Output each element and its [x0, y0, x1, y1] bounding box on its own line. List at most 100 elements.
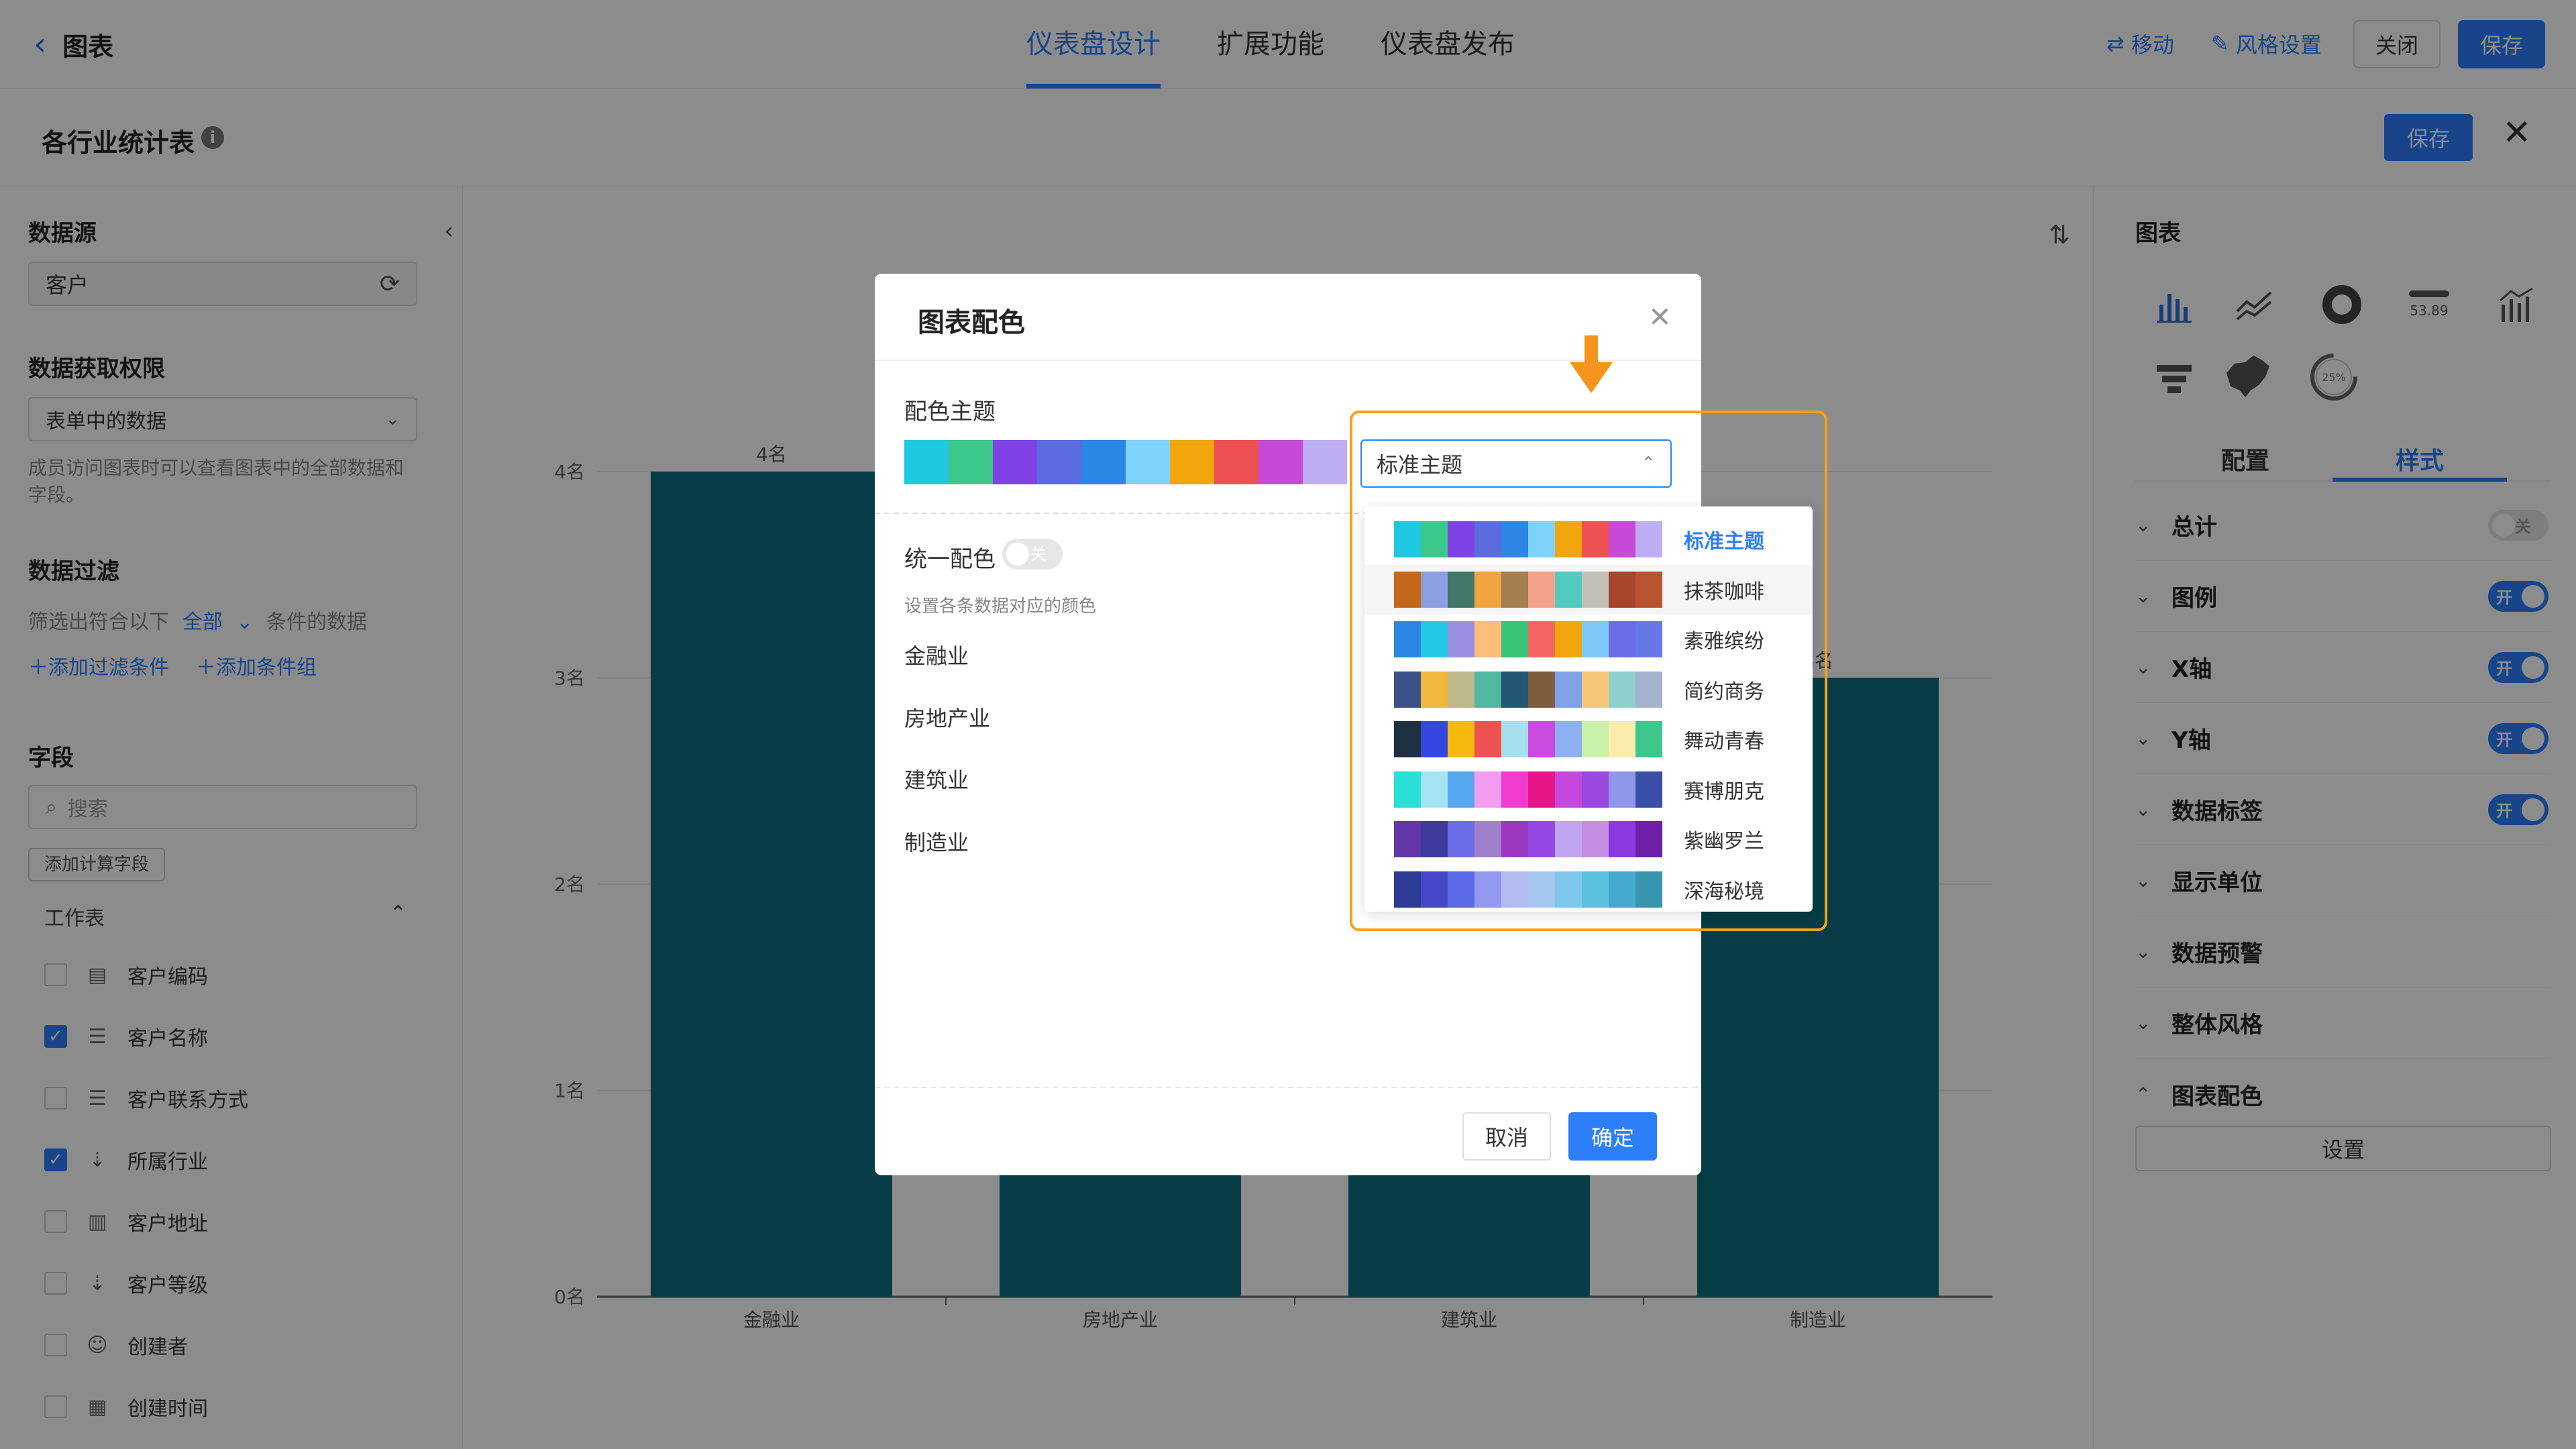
palette-swatch: [1170, 440, 1214, 484]
palette-swatch: [1635, 721, 1662, 757]
theme-dropdown: 标准主题抹茶咖啡素雅缤纷简约商务舞动青春赛博朋克紫幽罗兰深海秘境: [1364, 506, 1813, 912]
palette-swatch: [949, 440, 993, 484]
palette-swatch: [1421, 721, 1448, 757]
palette-swatch: [1501, 721, 1528, 757]
theme-option[interactable]: 素雅缤纷: [1364, 614, 1813, 664]
palette-swatch: [1421, 821, 1448, 857]
palette-swatch: [1582, 721, 1609, 757]
palette-swatch: [1421, 671, 1448, 708]
theme-option[interactable]: 深海秘境: [1364, 865, 1813, 914]
palette-swatch: [1394, 771, 1421, 808]
theme-name: 标准主题: [1684, 530, 1764, 553]
palette-swatch: [1448, 571, 1474, 608]
modal-footer-divider: [875, 1087, 1701, 1088]
theme-option[interactable]: 抹茶咖啡: [1364, 564, 1813, 614]
palette-swatch: [1501, 871, 1528, 908]
palette-swatch: [1501, 521, 1528, 557]
palette-swatch: [1394, 671, 1421, 708]
palette-swatch: [1555, 721, 1582, 757]
palette-swatch: [1635, 621, 1662, 657]
palette-swatch: [1394, 621, 1421, 657]
palette-swatch: [1582, 521, 1609, 557]
series-item: 建筑业: [904, 767, 969, 793]
palette-swatch: [1609, 721, 1635, 757]
palette-swatch: [1528, 671, 1555, 708]
palette-swatch: [1555, 671, 1582, 708]
theme-name: 抹茶咖啡: [1684, 580, 1764, 604]
theme-option[interactable]: 紫幽罗兰: [1364, 814, 1813, 864]
theme-option[interactable]: 舞动青春: [1364, 714, 1813, 764]
palette-swatch: [1635, 521, 1662, 557]
palette-swatch: [993, 440, 1037, 484]
palette-swatch: [1528, 621, 1555, 657]
unify-color-toggle[interactable]: 关: [1002, 539, 1063, 570]
series-hint: 设置各条数据对应的颜色: [904, 596, 1097, 616]
theme-palette: [1394, 871, 1662, 908]
palette-swatch: [1609, 521, 1635, 557]
palette-swatch: [1609, 571, 1635, 608]
palette-swatch: [1635, 771, 1662, 808]
palette-swatch: [1474, 621, 1501, 657]
theme-name: 素雅缤纷: [1684, 630, 1764, 653]
palette-swatch: [1258, 440, 1303, 484]
series-item: 房地产业: [904, 706, 991, 731]
palette-swatch: [1394, 521, 1421, 557]
palette-swatch: [1635, 571, 1662, 608]
palette-swatch: [1609, 821, 1635, 857]
palette-swatch: [1528, 821, 1555, 857]
theme-option[interactable]: 赛博朋克: [1364, 765, 1813, 814]
theme-option[interactable]: 简约商务: [1364, 665, 1813, 714]
palette-swatch: [1528, 721, 1555, 757]
theme-palette: [1394, 771, 1662, 808]
theme-palette: [1394, 721, 1662, 757]
palette-swatch: [1635, 821, 1662, 857]
palette-swatch: [1609, 671, 1635, 708]
theme-palette: [1394, 571, 1662, 608]
theme-palette: [1394, 521, 1662, 557]
palette-swatch: [1448, 671, 1474, 708]
palette-swatch: [1448, 521, 1474, 557]
arrow-down-icon: [1570, 335, 1613, 393]
palette-swatch: [904, 440, 949, 484]
palette-swatch: [1126, 440, 1170, 484]
cancel-button[interactable]: 取消: [1462, 1112, 1551, 1161]
palette-swatch: [1474, 521, 1501, 557]
palette-swatch: [1421, 571, 1448, 608]
series-item: 制造业: [904, 830, 969, 855]
palette-swatch: [1474, 871, 1501, 908]
palette-swatch: [1501, 671, 1528, 708]
theme-select[interactable]: 标准主题 ⌃: [1360, 439, 1672, 488]
palette-swatch: [1474, 821, 1501, 857]
palette-swatch: [1501, 771, 1528, 808]
palette-swatch: [1609, 871, 1635, 908]
theme-select-value: 标准主题: [1377, 452, 1463, 478]
palette-swatch: [1448, 871, 1474, 908]
theme-name: 简约商务: [1684, 680, 1764, 704]
palette-swatch: [1448, 771, 1474, 808]
palette-swatch: [1555, 621, 1582, 657]
palette-swatch: [1037, 440, 1081, 484]
palette-swatch: [1528, 521, 1555, 557]
palette-swatch: [1609, 771, 1635, 808]
palette-swatch: [1394, 721, 1421, 757]
palette-swatch: [1081, 440, 1126, 484]
palette-swatch: [1394, 821, 1421, 857]
confirm-button[interactable]: 确定: [1568, 1112, 1657, 1161]
palette-swatch: [1528, 771, 1555, 808]
palette-swatch: [1448, 621, 1474, 657]
theme-name: 赛博朋克: [1684, 780, 1764, 804]
palette-swatch: [1421, 871, 1448, 908]
theme-option[interactable]: 标准主题: [1364, 515, 1813, 564]
theme-name: 深海秘境: [1684, 879, 1764, 904]
palette-swatch: [1448, 721, 1474, 757]
unify-label: 统一配色: [904, 546, 996, 573]
modal-close-icon[interactable]: ✕: [1648, 301, 1672, 333]
palette-swatch: [1555, 821, 1582, 857]
series-item: 金融业: [904, 643, 969, 669]
palette-swatch: [1394, 571, 1421, 608]
palette-swatch: [1448, 821, 1474, 857]
palette-swatch: [1214, 440, 1258, 484]
palette-swatch: [1555, 521, 1582, 557]
palette-swatch: [1474, 571, 1501, 608]
palette-swatch: [1582, 771, 1609, 808]
